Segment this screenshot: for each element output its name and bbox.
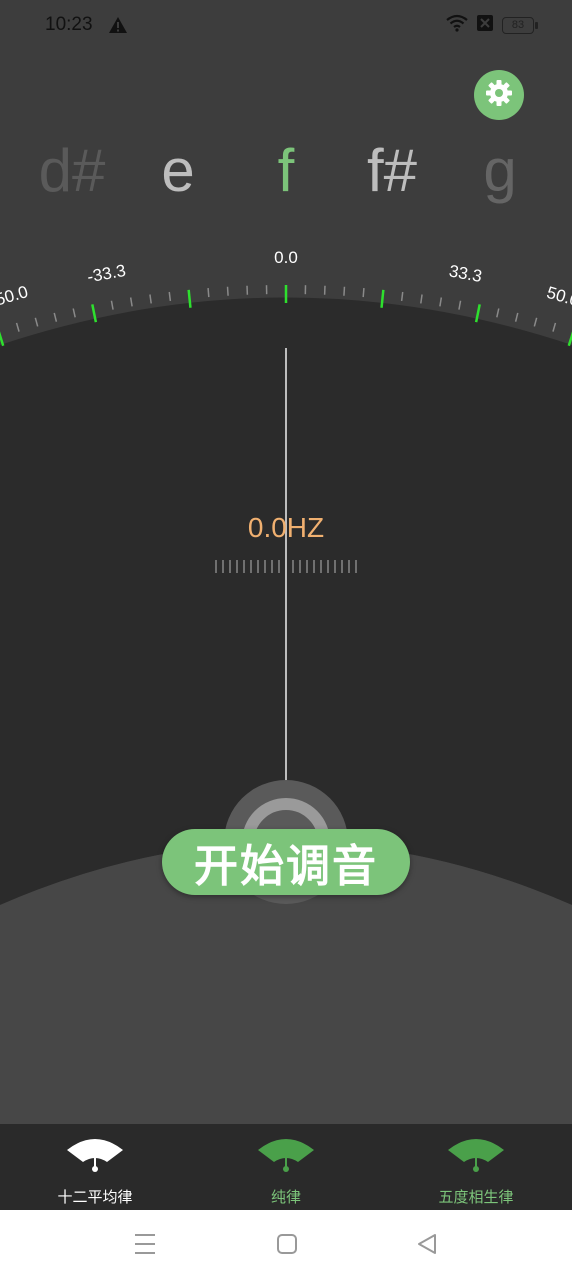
system-nav-bar (0, 1210, 572, 1280)
frequency-readout: 0.0HZ (247, 512, 325, 543)
note-f-sharp: f# (366, 137, 418, 204)
minor-tick (149, 294, 152, 304)
warning-icon (108, 16, 128, 39)
wifi-icon (446, 14, 468, 37)
temperament-tab-bar: 十二平均律 纯律 五度相生律 (0, 1124, 572, 1210)
gauge-label: -50.0 (0, 282, 30, 311)
minor-tick (53, 312, 58, 322)
minor-tick (496, 308, 500, 318)
minor-tick (420, 294, 423, 304)
start-tuning-button[interactable]: 开始调音 (162, 829, 410, 895)
home-icon[interactable] (276, 1232, 298, 1261)
major-tick (0, 331, 5, 347)
tab-just-intonation[interactable]: 纯律 (211, 1124, 361, 1210)
menu-icon[interactable] (134, 1232, 156, 1261)
note-selector: d# e f f# g (0, 128, 572, 218)
gauge-label: 50.0 (545, 283, 572, 310)
gauge-icon (67, 1139, 123, 1172)
minor-tick (514, 312, 519, 322)
minor-tick (552, 322, 557, 332)
note-d-sharp: d# (38, 137, 106, 204)
note-e: e (161, 137, 195, 204)
back-icon[interactable] (416, 1232, 438, 1261)
minor-tick (110, 300, 114, 310)
note-g: g (483, 137, 517, 204)
minor-tick (362, 288, 365, 298)
minor-tick (34, 317, 39, 327)
no-sim-icon (476, 14, 494, 37)
gauge-label: -33.3 (86, 261, 128, 287)
gear-icon (485, 79, 513, 112)
minor-tick (207, 288, 210, 298)
battery-level: 83 (511, 19, 525, 31)
minor-tick (168, 291, 172, 302)
battery-icon: 83 (502, 17, 538, 34)
settings-button[interactable] (474, 70, 524, 120)
gauge-icon (258, 1139, 314, 1172)
minor-tick (400, 291, 404, 302)
status-bar: 10:23 83 (0, 0, 572, 52)
gauge-label: 33.3 (447, 261, 483, 286)
gauge-icon (448, 1139, 504, 1172)
tab-equal-temperament[interactable]: 十二平均律 (20, 1124, 170, 1210)
minor-tick (458, 300, 462, 310)
tab-pythagorean[interactable]: 五度相生律 (401, 1124, 551, 1210)
minor-tick (439, 297, 443, 307)
minor-tick (343, 286, 346, 296)
gauge-label: 0.0 (274, 248, 298, 267)
tab-label: 五度相生律 (438, 1188, 514, 1206)
minor-tick (533, 317, 538, 327)
minor-tick (226, 286, 229, 296)
tab-label: 十二平均律 (57, 1188, 133, 1206)
minor-tick (129, 297, 133, 307)
note-f-current: f (277, 137, 295, 204)
minor-tick (15, 322, 20, 332)
tab-label: 纯律 (270, 1188, 301, 1206)
status-time: 10:23 (45, 14, 93, 35)
minor-tick (72, 308, 76, 318)
